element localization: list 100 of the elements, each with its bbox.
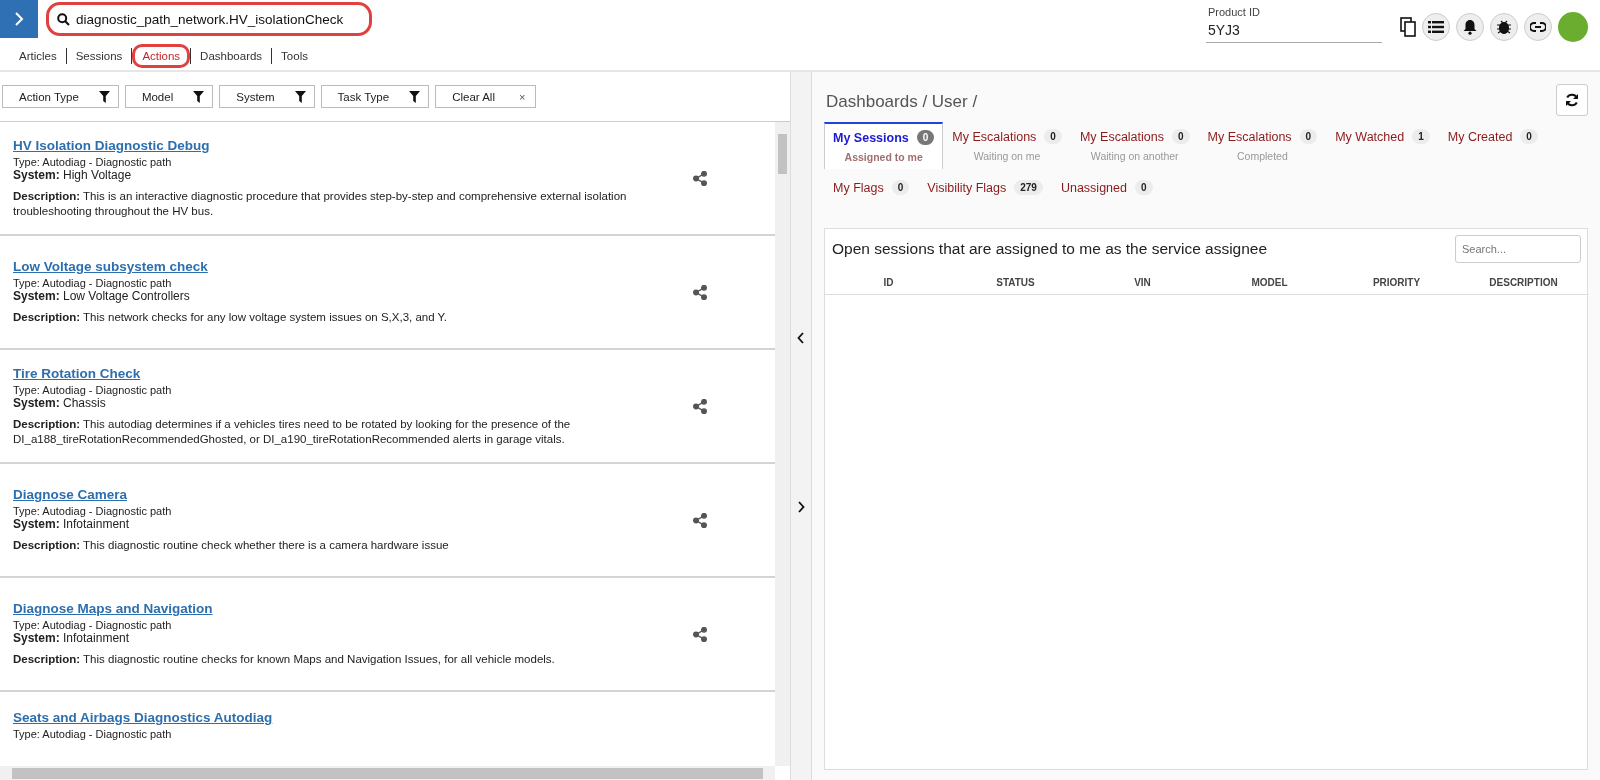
- nav-tab[interactable]: Actions: [132, 44, 191, 68]
- tab-sublabel: Waiting on another: [1090, 150, 1179, 162]
- dashboard-tab[interactable]: My Flags 0: [824, 173, 919, 202]
- filter-icon: [193, 90, 205, 103]
- action-title-link[interactable]: Low Voltage subsystem check: [13, 259, 653, 275]
- share-icon[interactable]: [693, 170, 707, 186]
- collapse-left-button[interactable]: [795, 332, 807, 346]
- action-type: Type: Autodiag - Diagnostic path: [13, 155, 173, 168]
- count-badge: 0: [916, 130, 935, 145]
- column-header[interactable]: STATUS: [952, 277, 1079, 288]
- dashboard-tab[interactable]: Visibility Flags 279: [918, 173, 1052, 202]
- search-icon: [57, 12, 70, 26]
- tab-sublabel: Completed: [1236, 150, 1288, 162]
- action-system: System: Low Voltage Controllers: [13, 289, 191, 304]
- action-description: Description: This network checks for any low voltage system issues on S,X,3, and Y.: [13, 310, 448, 325]
- tab-sublabel: Assigned to me: [844, 151, 923, 163]
- action-type: Type: Autodiag - Diagnostic path: [13, 505, 173, 518]
- share-icon[interactable]: [693, 512, 707, 528]
- user-status-button[interactable]: [1558, 12, 1588, 42]
- tab-label: My Escalations: [1079, 129, 1164, 144]
- dashboard-tab[interactable]: My Escalations 0 Completed: [1198, 122, 1327, 169]
- share-icon[interactable]: [693, 284, 707, 300]
- dashboard-tab[interactable]: My Escalations 0 Waiting on me: [943, 122, 1071, 169]
- count-badge: 0: [1044, 129, 1062, 144]
- count-badge: 0: [1520, 129, 1538, 144]
- nav-tab[interactable]: Sessions: [66, 45, 132, 67]
- action-description: Description: This diagnostic routine checks for known Maps and Navigation Issues, for all vehicle models.: [13, 652, 556, 667]
- notifications-button[interactable]: [1456, 13, 1484, 41]
- expand-right-button[interactable]: [795, 501, 807, 515]
- action-description: Description: This diagnostic routine check whether there is a camera hardware issue: [13, 538, 450, 553]
- share-icon[interactable]: [693, 626, 707, 642]
- column-header[interactable]: VIN: [1079, 277, 1206, 288]
- filter-icon: [98, 90, 110, 103]
- list-button[interactable]: [1422, 13, 1450, 41]
- bug-report-button[interactable]: [1490, 13, 1518, 41]
- action-system: System: High Voltage: [13, 167, 132, 182]
- action-type: Type: Autodiag - Diagnostic path: [13, 619, 173, 632]
- dashboard-tab[interactable]: My Escalations 0 Waiting on another: [1070, 122, 1199, 169]
- breadcrumb: Dashboards / User /: [826, 92, 978, 112]
- bell-icon: [1463, 19, 1477, 35]
- chevron-left-icon: [797, 332, 805, 344]
- search-input[interactable]: diagnostic_path_network.HV_isolationCheck: [76, 11, 356, 27]
- tab-label: My Created: [1447, 129, 1513, 144]
- column-header[interactable]: DESCRIPTION: [1460, 277, 1587, 288]
- column-header[interactable]: PRIORITY: [1333, 277, 1460, 288]
- dashboard-tab[interactable]: My Sessions 0 Assigned to me: [824, 122, 944, 169]
- nav-tab[interactable]: Articles: [10, 45, 66, 67]
- search-field[interactable]: diagnostic_path_network.HV_isolationCheck: [46, 2, 372, 36]
- copy-icon[interactable]: [1400, 17, 1416, 37]
- clear-all-button[interactable]: Clear All ×: [435, 85, 537, 108]
- filter-icon: [294, 90, 306, 103]
- count-badge: 1: [1412, 129, 1430, 144]
- tab-sublabel: Waiting on me: [973, 150, 1041, 162]
- column-header[interactable]: ID: [825, 277, 952, 288]
- filter-dropdown[interactable]: Model: [124, 85, 214, 108]
- nav-tab[interactable]: Dashboards: [191, 45, 272, 67]
- filter-dropdown[interactable]: System: [219, 85, 315, 108]
- filter-dropdown[interactable]: Task Type: [320, 85, 430, 108]
- refresh-button[interactable]: [1556, 84, 1588, 116]
- dashboard-tab[interactable]: My Watched 1: [1326, 122, 1439, 169]
- tab-label: My Flags: [833, 180, 884, 195]
- action-type: Type: Autodiag - Diagnostic path: [13, 277, 173, 290]
- action-title-link[interactable]: Diagnose Maps and Navigation: [13, 601, 653, 617]
- tab-label: Unassigned: [1060, 180, 1127, 195]
- product-id-value: 5YJ3: [1208, 22, 1241, 38]
- action-description: Description: This is an interactive diagnostic procedure that provides step-by-step and comprehensive external isolation troubleshooting throughout the HV bus.: [13, 188, 628, 219]
- action-title-link[interactable]: Seats and Airbags Diagnostics Autodiag: [13, 710, 707, 725]
- tab-label: My Watched: [1335, 129, 1405, 144]
- tab-label: My Sessions: [833, 130, 909, 145]
- link-icon: [1530, 22, 1546, 32]
- action-type: Type: Autodiag - Diagnostic path: [13, 383, 173, 396]
- action-system: System: Infotainment: [13, 517, 131, 532]
- tab-label: Visibility Flags: [927, 180, 1007, 195]
- nav-tab[interactable]: Tools: [272, 45, 317, 67]
- bug-icon: [1496, 19, 1512, 35]
- dashboard-tab[interactable]: Unassigned 0: [1051, 173, 1162, 202]
- menu-expand-button[interactable]: [0, 0, 38, 38]
- filter-dropdown[interactable]: Action Type: [2, 85, 119, 108]
- link-button[interactable]: [1524, 13, 1552, 41]
- count-badge: 279: [1014, 180, 1043, 195]
- action-title-link[interactable]: Tire Rotation Check: [13, 365, 653, 381]
- refresh-icon: [1565, 93, 1579, 107]
- table-search-field[interactable]: Search...: [1455, 235, 1581, 263]
- vertical-scrollbar[interactable]: [775, 122, 790, 766]
- column-header[interactable]: MODEL: [1206, 277, 1333, 288]
- horizontal-scrollbar[interactable]: [0, 766, 775, 780]
- count-badge: 0: [1134, 180, 1153, 195]
- action-title-link[interactable]: Diagnose Camera: [13, 487, 653, 503]
- action-system: System: Infotainment: [13, 631, 131, 646]
- tab-label: My Escalations: [1207, 129, 1292, 144]
- count-badge: 0: [891, 180, 910, 195]
- action-description: Description: This autodiag determines if a vehicles tires need to be rotated by looking for the presence of the DI_a188_tireRotationRecommendedGhosted, or DI_a190_tireRotationRecommended alerts in garage vitals.: [13, 416, 572, 447]
- action-type: Type: Autodiag - Diagnostic path: [13, 728, 173, 740]
- table-title: Open sessions that are assigned to me as the service assignee: [832, 240, 1268, 258]
- count-badge: 0: [1172, 129, 1190, 144]
- share-icon[interactable]: [693, 398, 707, 414]
- dashboard-tab[interactable]: My Created 0: [1438, 122, 1547, 169]
- product-id-label: Product ID: [1208, 6, 1261, 18]
- product-id-field[interactable]: Product ID 5YJ3: [1206, 6, 1382, 43]
- action-title-link[interactable]: HV Isolation Diagnostic Debug: [13, 137, 653, 153]
